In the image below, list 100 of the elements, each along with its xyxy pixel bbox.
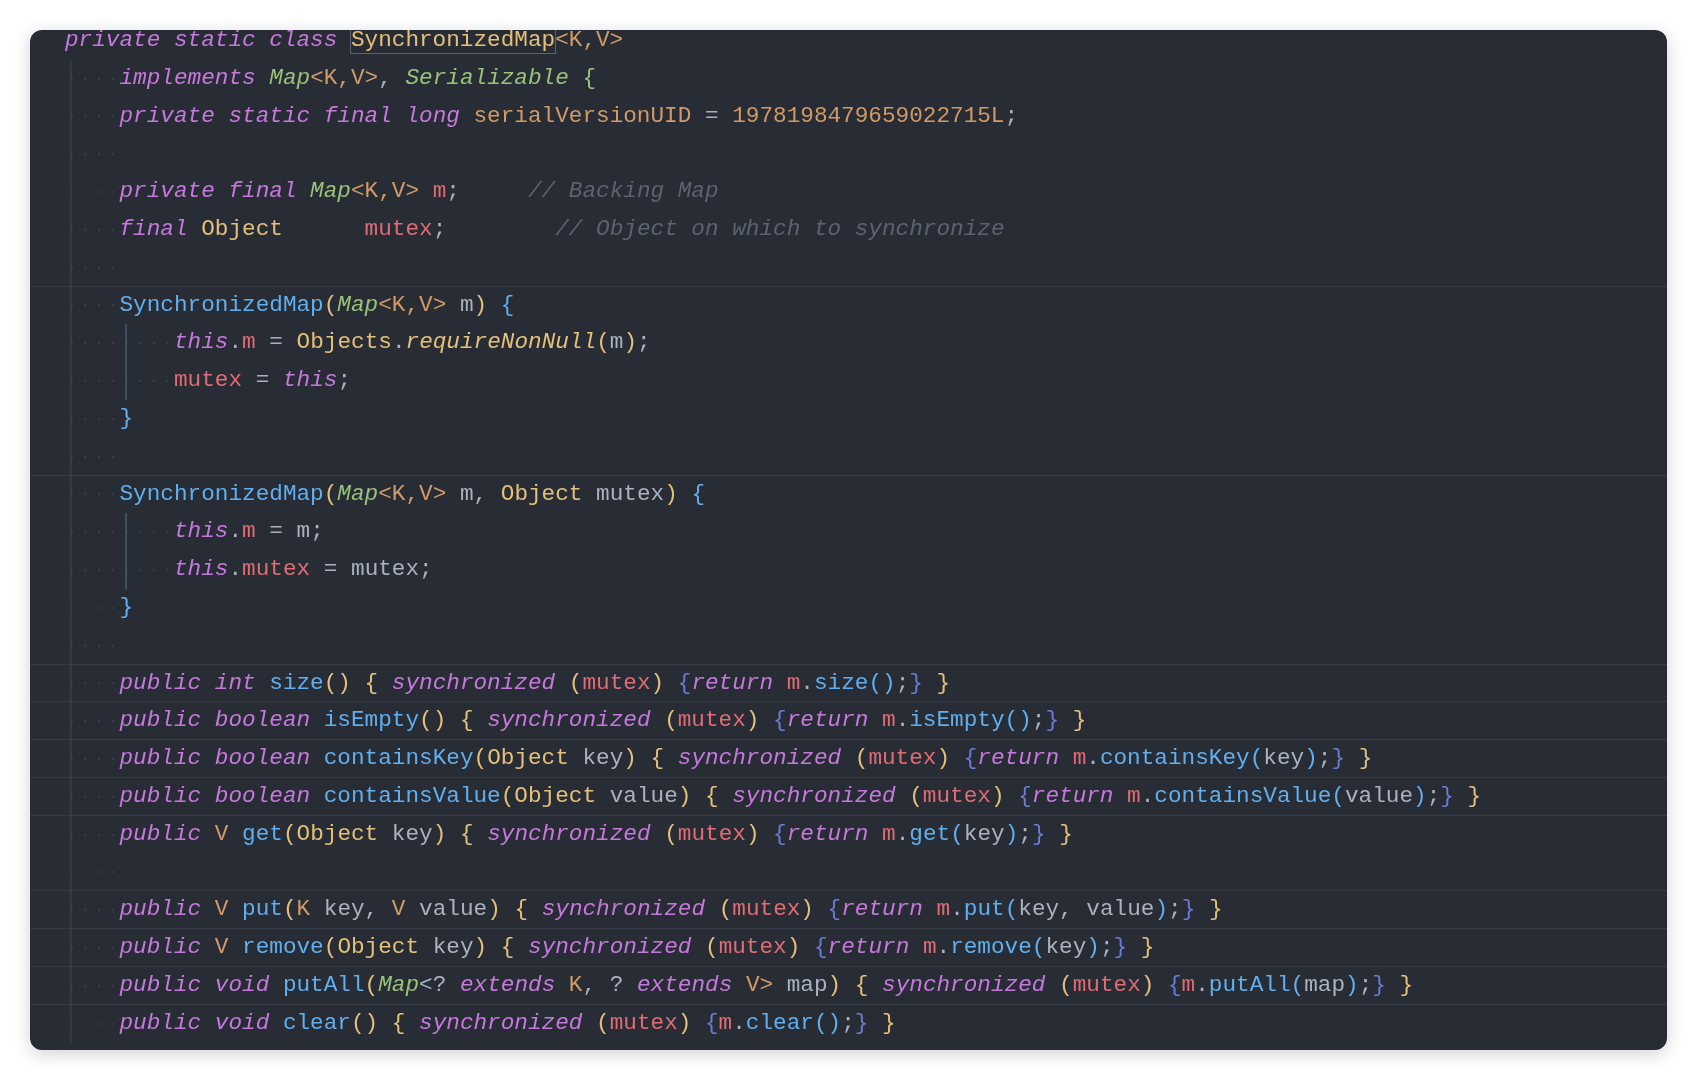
keyword-text: public boolean bbox=[119, 782, 312, 809]
method-name-text: putAll bbox=[1208, 971, 1291, 998]
type-name-text: Map bbox=[269, 64, 311, 91]
field-name-text: mutex bbox=[677, 820, 746, 847]
code-text: = mutex; bbox=[322, 556, 433, 583]
code-text: ; bbox=[1358, 971, 1373, 998]
method-name-text: isEmpty bbox=[323, 707, 420, 734]
code-text: ; bbox=[446, 178, 461, 205]
bracket-text: } bbox=[1113, 934, 1129, 961]
bracket-text: } bbox=[1467, 782, 1482, 809]
code-text: key bbox=[1263, 745, 1305, 772]
bracket-text: ( bbox=[1059, 971, 1073, 998]
bracket-text: ) bbox=[1086, 934, 1100, 961]
keyword-text: private final bbox=[119, 178, 298, 205]
bracket-text: } bbox=[1072, 707, 1087, 734]
code-text: . bbox=[800, 669, 814, 696]
type-parameter-text: V bbox=[214, 820, 230, 847]
code-text: key bbox=[581, 745, 624, 772]
code-text: ; bbox=[637, 329, 651, 356]
keyword-text: synchronized bbox=[419, 1009, 584, 1036]
bracket-text: ) bbox=[1140, 971, 1156, 998]
code-text: , bbox=[378, 64, 393, 91]
bracket-text: ( bbox=[282, 820, 297, 847]
bracket-text: { bbox=[827, 896, 842, 923]
bracket-text: } bbox=[1181, 896, 1197, 923]
bracket-text: { bbox=[500, 291, 515, 318]
bracket-text: ( bbox=[664, 820, 678, 847]
class-name-text: Objects bbox=[296, 329, 392, 356]
field-name-text: m bbox=[936, 896, 951, 923]
keyword-text: synchronized bbox=[391, 669, 557, 696]
bracket-text: ( bbox=[323, 934, 338, 961]
code-text: ; bbox=[841, 1009, 855, 1036]
code-text: map bbox=[785, 971, 828, 998]
method-name-text: put bbox=[963, 896, 1005, 923]
bracket-text: ( bbox=[1004, 896, 1019, 923]
bracket-text: } bbox=[1372, 971, 1387, 998]
bracket-text: ) { bbox=[827, 971, 870, 998]
method-name-text: remove bbox=[242, 934, 324, 961]
type-parameter-text: <K,V> bbox=[350, 178, 420, 205]
bracket-text: } bbox=[854, 1009, 870, 1036]
bracket-text: () { bbox=[419, 707, 475, 734]
bracket-text: ) bbox=[990, 782, 1006, 809]
bracket-text: ( bbox=[596, 329, 610, 356]
field-name-text: m bbox=[786, 669, 801, 696]
method-name-text: size bbox=[813, 669, 869, 696]
code-text: . bbox=[1140, 782, 1155, 809]
keyword-text: extends bbox=[459, 971, 557, 998]
class-name-text: Object bbox=[514, 782, 597, 809]
keyword-text: synchronized bbox=[732, 782, 897, 809]
method-name-text: putAll bbox=[282, 971, 365, 998]
keyword-text: return bbox=[691, 669, 775, 696]
bracket-text: } bbox=[1031, 820, 1047, 847]
code-text: m, bbox=[458, 480, 489, 507]
type-name-text: Map bbox=[310, 178, 351, 205]
code-text: key bbox=[390, 820, 433, 847]
method-name-text: size bbox=[269, 669, 324, 696]
bracket-text: } bbox=[1331, 745, 1346, 772]
bracket-text: } bbox=[936, 669, 951, 696]
bracket-text: ) bbox=[1154, 896, 1169, 923]
code-text: ; bbox=[1168, 896, 1182, 923]
method-name-text: put bbox=[242, 896, 283, 923]
code-text: . bbox=[936, 934, 951, 961]
field-name-text: m bbox=[431, 178, 447, 205]
field-name-text: mutex bbox=[718, 934, 787, 961]
keyword-text: private static final long bbox=[119, 102, 461, 129]
bracket-text: () bbox=[1004, 707, 1032, 734]
code-text: , ? bbox=[582, 971, 625, 998]
bracket-text: ) { bbox=[487, 896, 530, 923]
class-name-text: Object bbox=[296, 820, 379, 847]
keyword-text: return bbox=[841, 896, 924, 923]
type-parameter-text: <K,V> bbox=[310, 64, 379, 91]
code-text: m bbox=[458, 291, 474, 318]
bracket-text: ( bbox=[1331, 782, 1345, 809]
keyword-text: implements bbox=[119, 64, 257, 91]
bracket-text: } bbox=[119, 404, 134, 431]
code-text: = bbox=[703, 102, 720, 129]
code-text: . bbox=[391, 329, 406, 356]
keyword-text: public bbox=[119, 820, 203, 847]
bracket-text: ) { bbox=[623, 745, 666, 772]
code-text: ; bbox=[1426, 782, 1441, 809]
field-name-text: mutex bbox=[677, 707, 746, 734]
method-name-text: containsKey bbox=[1099, 745, 1250, 772]
bracket-text: ( bbox=[568, 669, 583, 696]
bracket-text: ) bbox=[1413, 782, 1427, 809]
code-text: value bbox=[418, 896, 488, 923]
bracket-text: } bbox=[1358, 745, 1373, 772]
keyword-text: return bbox=[977, 745, 1061, 772]
constant-name-text: serialVersionUID bbox=[473, 102, 692, 129]
class-name-text: Object bbox=[500, 480, 583, 507]
type-parameter-text: <K,V> bbox=[378, 291, 447, 318]
bracket-text: { bbox=[963, 745, 978, 772]
code-text: key, value bbox=[1018, 896, 1155, 923]
code-text: ; bbox=[432, 216, 448, 242]
bracket-text: { bbox=[705, 1009, 719, 1036]
code-text: = bbox=[268, 329, 284, 356]
bracket-text: ) bbox=[650, 669, 666, 696]
type-parameter-text: V bbox=[214, 896, 230, 923]
bracket-text: ( bbox=[1031, 934, 1046, 961]
code-text: m bbox=[609, 329, 624, 356]
bracket-text: ( bbox=[364, 971, 379, 998]
